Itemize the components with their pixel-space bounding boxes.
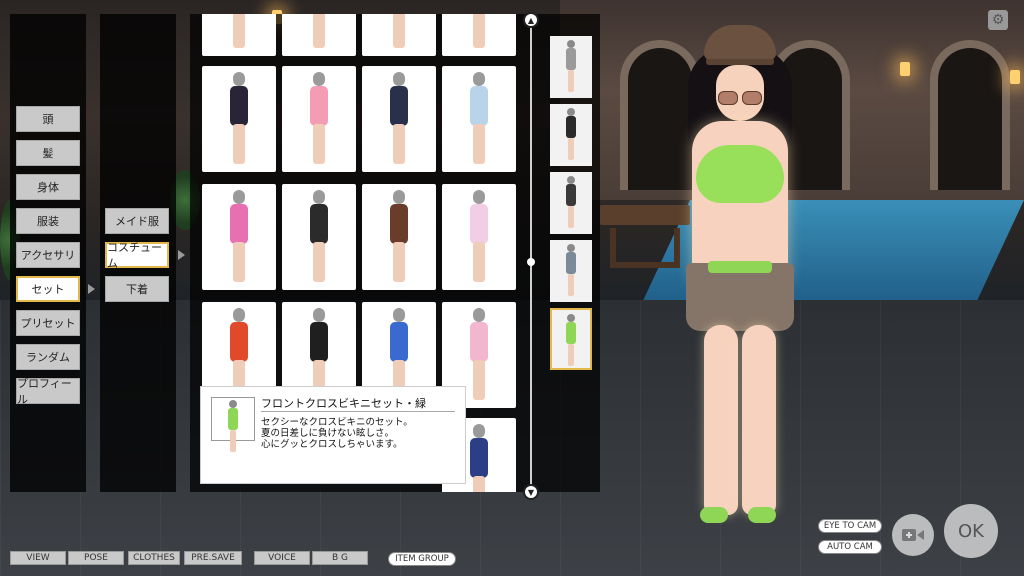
figure-thumbnail xyxy=(304,14,334,50)
tooltip-title: フロントクロスビキニセット・緑 xyxy=(261,397,426,410)
item-tile[interactable] xyxy=(282,66,356,172)
item-tile[interactable] xyxy=(362,184,436,290)
figure-thumbnail xyxy=(464,190,494,284)
figure-thumbnail xyxy=(563,40,579,94)
figure-thumbnail xyxy=(384,72,414,166)
figure-thumbnail xyxy=(304,190,334,284)
selected-item-tile[interactable] xyxy=(550,104,592,166)
item-tile[interactable] xyxy=(202,66,276,172)
pre-save-button[interactable]: PRE.SAVE xyxy=(184,551,242,565)
item-tile[interactable] xyxy=(202,14,276,56)
character-hat xyxy=(704,25,776,59)
lamp-icon xyxy=(900,62,910,76)
tooltip-desc-line: 夏の日差しに負けない眩しさ。 xyxy=(261,428,395,439)
item-group-button[interactable]: ITEM GROUP xyxy=(388,552,456,566)
selected-items-column xyxy=(544,14,600,492)
tooltip-desc-line: 心にグッとクロスしちゃいます。 xyxy=(261,439,403,450)
figure-thumbnail xyxy=(224,14,254,50)
bg-button[interactable]: B G xyxy=(312,551,368,565)
character-bikini-bottom xyxy=(708,261,772,273)
category-button[interactable]: プロフィール xyxy=(16,377,80,406)
character-sandal-left xyxy=(700,507,728,523)
figure-thumbnail xyxy=(563,108,579,162)
character-shorts xyxy=(686,263,794,331)
item-tile[interactable] xyxy=(362,14,436,56)
category-button[interactable]: プリセット xyxy=(16,310,80,336)
clothes-button[interactable]: CLOTHES xyxy=(128,551,180,565)
item-tile[interactable] xyxy=(442,66,516,172)
lamp-icon xyxy=(1010,70,1020,84)
character-model[interactable] xyxy=(670,25,810,535)
category-button[interactable]: ランダム xyxy=(16,344,80,370)
category-button[interactable]: 服装 xyxy=(16,208,80,234)
pose-button[interactable]: POSE xyxy=(68,551,124,565)
figure-thumbnail xyxy=(563,244,579,298)
figure-thumbnail xyxy=(464,308,494,402)
item-tile[interactable] xyxy=(442,14,516,56)
tooltip-divider xyxy=(261,411,455,412)
item-tile[interactable] xyxy=(362,66,436,172)
scrollbar-thumb[interactable] xyxy=(527,258,535,266)
figure-thumbnail xyxy=(384,190,414,284)
category-button[interactable]: 身体 xyxy=(16,174,80,200)
selected-item-tile[interactable] xyxy=(550,308,592,370)
figure-thumbnail xyxy=(304,72,334,166)
chevron-right-icon xyxy=(88,284,95,294)
subcategory-button[interactable]: 下着 xyxy=(105,276,169,302)
voice-button[interactable]: VOICE xyxy=(254,551,310,565)
scroll-up-icon[interactable]: ▲ xyxy=(523,12,539,28)
item-tile[interactable] xyxy=(442,184,516,290)
figure-thumbnail xyxy=(224,72,254,166)
character-leg-left xyxy=(704,325,738,515)
category-button[interactable]: セット xyxy=(16,276,80,302)
camera-button[interactable] xyxy=(892,514,934,556)
figure-thumbnail xyxy=(384,14,414,50)
figure-thumbnail xyxy=(224,190,254,284)
arch xyxy=(930,40,1010,190)
view-button[interactable]: VIEW xyxy=(10,551,66,565)
gear-icon[interactable]: ⚙ xyxy=(988,10,1008,30)
tooltip-desc-line: セクシーなクロスビキニのセット。 xyxy=(261,417,413,428)
item-tile[interactable] xyxy=(282,14,356,56)
figure-thumbnail xyxy=(464,72,494,166)
ok-button[interactable]: OK xyxy=(944,504,998,558)
figure-thumbnail xyxy=(464,14,494,50)
category-button[interactable]: アクセサリ xyxy=(16,242,80,268)
eye-to-cam-button[interactable]: EYE TO CAM xyxy=(818,519,882,533)
selected-item-tile[interactable] xyxy=(550,172,592,234)
character-leg-right xyxy=(742,325,776,515)
figure-thumbnail xyxy=(563,314,579,368)
chevron-right-icon xyxy=(178,250,185,260)
selected-item-tile[interactable] xyxy=(550,36,592,98)
auto-cam-button[interactable]: AUTO CAM xyxy=(818,540,882,554)
selected-item-tile[interactable] xyxy=(550,240,592,302)
subcategory-button[interactable]: メイド服 xyxy=(105,208,169,234)
scrollbar-track[interactable] xyxy=(530,20,532,490)
figure-thumbnail xyxy=(563,176,579,230)
character-bikini-top xyxy=(696,145,784,203)
subcategory-button[interactable]: コスチューム xyxy=(105,241,169,270)
item-tooltip: フロントクロスビキニセット・緑 セクシーなクロスビキニのセット。 夏の日差しに負… xyxy=(200,386,466,484)
character-sunglasses xyxy=(718,91,762,105)
figure-thumbnail xyxy=(464,424,494,492)
scroll-down-icon[interactable]: ▼ xyxy=(523,484,539,500)
character-sandal-right xyxy=(748,507,776,523)
item-tile[interactable] xyxy=(202,184,276,290)
tooltip-thumbnail xyxy=(211,397,255,452)
category-button[interactable]: 頭 xyxy=(16,106,80,132)
tooltip-description: セクシーなクロスビキニのセット。 夏の日差しに負けない眩しさ。 心にグッとクロス… xyxy=(261,417,413,450)
video-camera-icon xyxy=(902,529,924,541)
category-button[interactable]: 髪 xyxy=(16,140,80,166)
item-tile[interactable] xyxy=(282,184,356,290)
